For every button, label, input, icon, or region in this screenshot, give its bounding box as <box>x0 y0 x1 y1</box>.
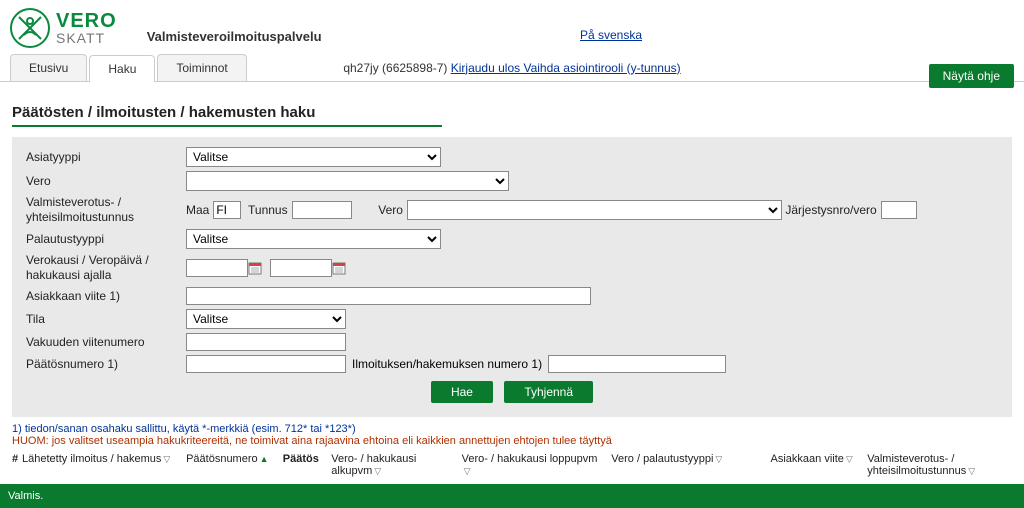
tunnus-input[interactable] <box>292 201 352 219</box>
tila-select[interactable]: Valitse <box>186 309 346 329</box>
show-help-button[interactable]: Näytä ohje <box>929 64 1014 88</box>
vero-select[interactable] <box>186 171 509 191</box>
col-hash: # <box>12 453 22 477</box>
col-paatos[interactable]: Päätös <box>283 453 332 477</box>
note-text: HUOM: jos valitset useampia hakukriteere… <box>12 435 1024 447</box>
ilmoitus-num-input[interactable] <box>548 355 726 373</box>
label-asiatyyppi: Asiatyyppi <box>26 150 186 164</box>
logo-icon <box>10 8 50 48</box>
col-valmiste[interactable]: Valmisteverotus- / yhteisilmoitustunnus▽ <box>867 453 1012 477</box>
label-palautus: Palautustyyppi <box>26 232 186 246</box>
palautus-select[interactable]: Valitse <box>186 229 441 249</box>
calendar-icon-from[interactable] <box>248 261 262 275</box>
col-paatosnum[interactable]: Päätösnumero▲ <box>186 453 283 477</box>
paatosnum-input[interactable] <box>186 355 346 373</box>
calendar-icon-to[interactable] <box>332 261 346 275</box>
label-asiakkaan-viite: Asiakkaan viite 1) <box>26 289 186 303</box>
logout-link[interactable]: Kirjaudu ulos Vaihda asiointirooli (y-tu… <box>451 61 681 75</box>
page-title: Päätösten / ilmoitusten / hakemusten hak… <box>12 104 1024 121</box>
tab-haku[interactable]: Haku <box>89 55 155 82</box>
logo-text-skatt: SKATT <box>56 31 117 45</box>
user-id: qh27jy (6625898-7) <box>343 61 450 75</box>
results-header: # Lähetetty ilmoitus / hakemus▽ Päätösnu… <box>12 453 1012 477</box>
title-divider <box>12 125 442 127</box>
jarjestys-input[interactable] <box>881 201 917 219</box>
col-lahetetty[interactable]: Lähetetty ilmoitus / hakemus▽ <box>22 453 186 477</box>
maa-input[interactable] <box>213 201 241 219</box>
clear-button[interactable]: Tyhjennä <box>504 381 593 403</box>
label-valmiste: Valmisteverotus- / yhteisilmoitustunnus <box>26 195 186 225</box>
col-loppupvm[interactable]: Vero- / hakukausi loppupvm▽ <box>462 453 612 477</box>
col-viite[interactable]: Asiakkaan viite▽ <box>771 453 868 477</box>
label-vero-sub: Vero <box>378 203 403 217</box>
label-vakuuden: Vakuuden viitenumero <box>26 335 186 349</box>
status-text: Valmis. <box>8 490 43 502</box>
col-veropal[interactable]: Vero / palautustyyppi▽ <box>611 453 770 477</box>
col-alkupvm[interactable]: Vero- / hakukausi alkupvm▽ <box>331 453 461 477</box>
date-to-input[interactable] <box>270 259 332 277</box>
status-bar: Valmis. <box>0 484 1024 508</box>
label-ilmoitus-num: Ilmoituksen/hakemuksen numero 1) <box>352 357 542 371</box>
vero-sub-select[interactable] <box>407 200 782 220</box>
vakuuden-input[interactable] <box>186 333 346 351</box>
language-link[interactable]: På svenska <box>580 28 642 42</box>
label-maa: Maa <box>186 203 209 217</box>
label-paatosnum: Päätösnumero 1) <box>26 357 186 371</box>
tab-toiminnot[interactable]: Toiminnot <box>157 54 246 81</box>
asiatyyppi-select[interactable]: Valitse <box>186 147 441 167</box>
service-title: Valmisteveroilmoituspalvelu <box>147 29 322 48</box>
date-from-input[interactable] <box>186 259 248 277</box>
search-button[interactable]: Hae <box>431 381 493 403</box>
label-verokausi: Verokausi / Veropäivä / hakukausi ajalla <box>26 253 186 283</box>
hint-text: 1) tiedon/sanan osahaku sallittu, käytä … <box>12 423 1024 435</box>
label-vero: Vero <box>26 174 186 188</box>
search-form: Asiatyyppi Valitse Vero Valmisteverotus-… <box>12 137 1012 417</box>
logo-text-vero: VERO <box>56 11 117 31</box>
label-tila: Tila <box>26 312 186 326</box>
label-jarjestys: Järjestysnro/vero <box>785 203 876 217</box>
tab-etusivu[interactable]: Etusivu <box>10 54 87 81</box>
label-tunnus: Tunnus <box>248 203 288 217</box>
asiakkaan-viite-input[interactable] <box>186 287 591 305</box>
logo: VERO SKATT <box>10 8 117 48</box>
